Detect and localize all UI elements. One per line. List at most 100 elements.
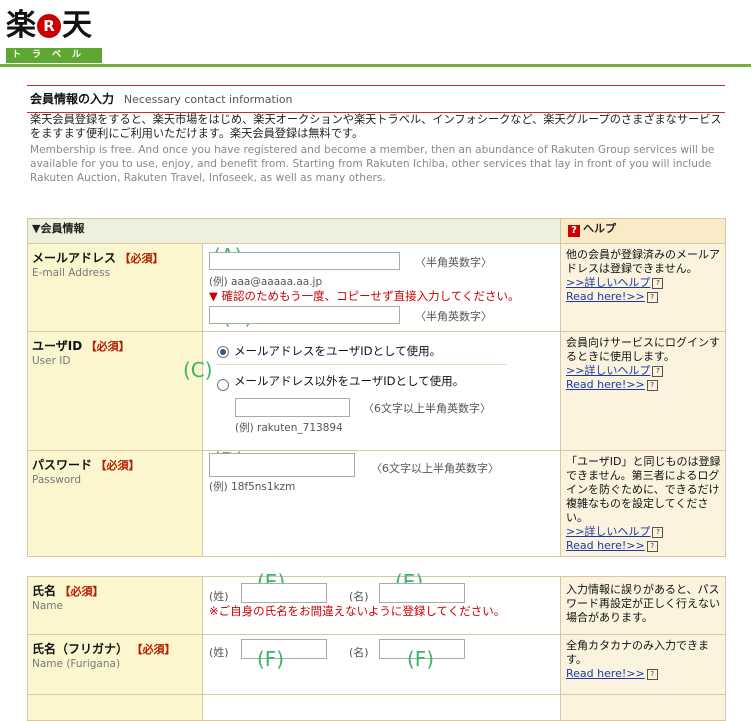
name-label-en: Name [32, 600, 63, 612]
userid-help-link-jp[interactable]: >>詳しいヘルプ [566, 364, 650, 377]
marker-f-sei: (F) [257, 647, 285, 671]
userid-example: (例) rakuten_713894 [235, 422, 343, 434]
userid-option-custom[interactable]: メールアドレス以外をユーザIDとして使用。 [234, 373, 464, 389]
section-title: 会員情報の入力 Necessary contact information [27, 85, 725, 113]
required-badge: 【必須】 [85, 340, 130, 353]
next-help-cell [560, 694, 726, 721]
member-info-header: ▼会員情報 [27, 218, 561, 244]
marker-c: (C) [183, 358, 213, 382]
email-hint: 〈半角英数字〉 [415, 256, 492, 269]
rakuten-travel-logo[interactable]: 楽R天 トラベル [6, 8, 102, 63]
userid-help-cell: 会員向けサービスにログインするときに使用します。 >>詳しいヘルプ? Read … [560, 331, 726, 451]
popup-icon[interactable]: ? [652, 527, 664, 538]
required-badge: 【必須】 [95, 459, 140, 472]
help-header-label: ヘルプ [583, 222, 616, 235]
sei-label: (姓) [209, 646, 229, 659]
email-help-link-jp[interactable]: >>詳しいヘルプ [566, 276, 650, 289]
userid-label-cell: ユーザID 【必須】 User ID [27, 331, 203, 451]
last-name-input[interactable] [241, 583, 327, 603]
logo-kanji: 楽R天 [6, 8, 92, 44]
userid-label-en: User ID [32, 355, 71, 367]
logo-kanji-right: 天 [62, 8, 92, 43]
email-confirm-warning: ▼ 確認のためもう一度、コピーせず直接入力してください。 [209, 289, 520, 303]
userid-custom-radio[interactable] [217, 379, 229, 391]
name-help-text: 入力情報に誤りがあると、パスワード再設定が正しく行えない場合があります。 [566, 583, 720, 624]
furigana-help-cell: 全角カタカナのみ入力できます。 Read here!>>? [560, 634, 726, 695]
name-row: 氏名 【必須】 Name (E) (E) (姓) (名) ※ご自身の氏名をお間違… [27, 570, 726, 635]
table-spacer [27, 556, 726, 577]
userid-email-radio[interactable] [217, 346, 229, 358]
spacer-cell [27, 556, 726, 577]
logo-travel-label: トラベル [6, 48, 102, 63]
email-row: メールアドレス 【必須】 E-mail Address (A) 〈半角英数字〉 … [27, 243, 726, 332]
name-label-cell: 氏名 【必須】 Name [27, 576, 203, 635]
password-row: パスワード 【必須】 Password (D) 〈6文字以上半角英数字〉 (例)… [27, 448, 726, 557]
section-title-en: Necessary contact information [123, 93, 293, 106]
email-confirm-input[interactable] [209, 306, 400, 324]
password-help-link-jp[interactable]: >>詳しいヘルプ [566, 525, 650, 538]
userid-option-email[interactable]: メールアドレスをユーザIDとして使用。 [234, 343, 441, 359]
userid-hint: 〈6文字以上半角英数字〉 [363, 402, 491, 415]
userid-help-link-en[interactable]: Read here!>> [566, 378, 645, 391]
email-label-en: E-mail Address [32, 267, 111, 279]
next-row [27, 694, 726, 721]
popup-icon[interactable]: ? [646, 292, 658, 303]
popup-icon[interactable]: ? [652, 366, 664, 377]
intro-text-en: Membership is free. And once you have re… [30, 144, 715, 184]
userid-label: ユーザID [32, 339, 83, 353]
furigana-label-cell: 氏名（フリガナ） 【必須】 Name (Furigana) [27, 634, 203, 695]
email-help-text: 他の会員が登録済みのメールアドレスは登録できません。 [566, 248, 720, 275]
password-help-link-en[interactable]: Read here!>> [566, 539, 645, 552]
required-badge: 【必須】 [119, 252, 164, 265]
name-help-cell: 入力情報に誤りがあると、パスワード再設定が正しく行えない場合があります。 [560, 576, 726, 635]
userid-help-text: 会員向けサービスにログインするときに使用します。 [566, 336, 720, 363]
email-example: (例) aaa@aaaaa.aa.jp [209, 276, 323, 288]
furigana-field-cell: (姓) (名) (F) (F) [202, 634, 561, 695]
name-field-cell: (E) (E) (姓) (名) ※ご自身の氏名をお間違えないように登録してくださ… [202, 570, 561, 635]
userid-input[interactable] [235, 398, 350, 417]
password-label-en: Password [32, 474, 82, 486]
userid-field-cell: メールアドレスをユーザIDとして使用。 (C) メールアドレス以外をユーザIDと… [183, 331, 561, 451]
password-help-cell: 「ユーザID」と同じものは登録できません。第三者によるログインを防ぐために、でき… [560, 450, 726, 557]
logo-kanji-left: 楽 [6, 8, 36, 43]
next-label-cell [27, 694, 203, 721]
email-field-cell: (A) 〈半角英数字〉 (例) aaa@aaaaa.aa.jp ▼ 確認のためも… [202, 243, 561, 332]
password-field-cell: (D) 〈6文字以上半角英数字〉 (例) 18f5ns1kzm [202, 448, 561, 557]
next-field-cell [202, 694, 561, 721]
furigana-label: 氏名（フリガナ） [32, 642, 129, 656]
password-hint: 〈6文字以上半角英数字〉 [371, 462, 499, 475]
section-title-jp: 会員情報の入力 [30, 92, 115, 106]
name-label: 氏名 [32, 584, 57, 598]
required-badge: 【必須】 [131, 643, 176, 656]
furigana-row: 氏名（フリガナ） 【必須】 Name (Furigana) (姓) (名) (F… [27, 634, 726, 695]
popup-icon[interactable]: ? [646, 541, 658, 552]
member-info-table: ▼会員情報 ?ヘルプ メールアドレス 【必須】 E-mail Address (… [27, 218, 726, 721]
required-badge: 【必須】 [59, 585, 104, 598]
furigana-help-link-en[interactable]: Read here!>> [566, 667, 645, 680]
popup-icon[interactable]: ? [646, 380, 658, 391]
email-label-cell: メールアドレス 【必須】 E-mail Address [27, 243, 203, 332]
first-name-input[interactable] [379, 583, 465, 603]
option-divider [217, 364, 507, 365]
popup-icon[interactable]: ? [646, 669, 658, 680]
table-header-row: ▼会員情報 ? ヘルプ [27, 218, 726, 244]
furigana-label-en: Name (Furigana) [32, 658, 121, 670]
password-example: (例) 18f5ns1kzm [209, 481, 296, 493]
email-help-link-en[interactable]: Read here!>> [566, 290, 645, 303]
password-label: パスワード [32, 458, 93, 472]
email-label: メールアドレス [32, 251, 117, 265]
question-icon: ? [568, 225, 580, 237]
name-warning: ※ご自身の氏名をお間違えないように登録してください。 [209, 604, 506, 618]
email-input[interactable] [209, 252, 400, 270]
help-header: ? ヘルプ [560, 218, 726, 244]
password-input[interactable] [209, 453, 355, 477]
popup-icon[interactable]: ? [652, 278, 664, 289]
userid-row: ユーザID 【必須】 User ID メールアドレスをユーザIDとして使用。 (… [27, 331, 726, 451]
marker-f-mei: (F) [407, 647, 435, 671]
mei-label: (名) [349, 646, 369, 659]
intro-text-jp: 楽天会員登録をすると、楽天市場をはじめ、楽天オークションや楽天トラベル、インフォ… [30, 113, 722, 140]
sei-label: (姓) [209, 590, 229, 603]
mei-label: (名) [349, 590, 369, 603]
furigana-help-text: 全角カタカナのみ入力できます。 [566, 639, 709, 666]
header-divider [0, 64, 751, 67]
